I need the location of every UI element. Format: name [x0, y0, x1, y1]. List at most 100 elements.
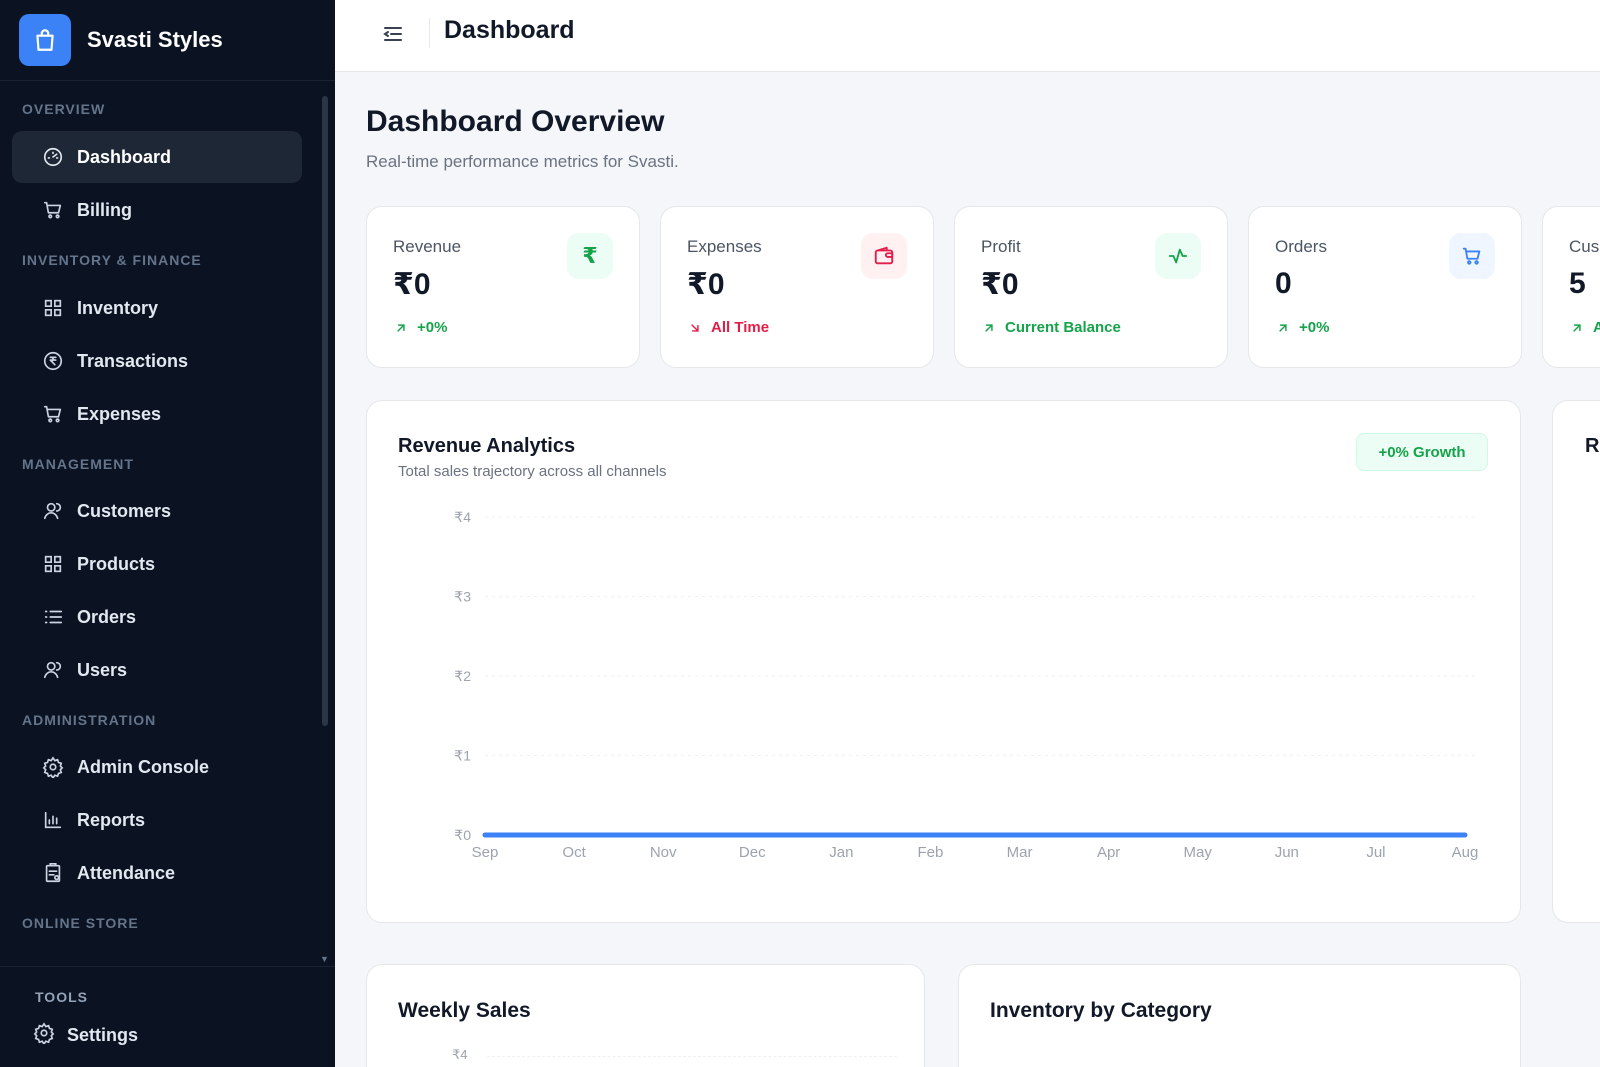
- arrow-up-right-icon: [1275, 320, 1291, 336]
- y-tick-label: ₹3: [454, 589, 471, 605]
- y-tick-label: ₹2: [454, 668, 471, 684]
- sidebar-item-billing[interactable]: Billing: [12, 184, 302, 236]
- cart-icon: [1449, 233, 1495, 279]
- stat-trend-text: +0%: [1299, 319, 1330, 336]
- stat-label: Revenue: [393, 237, 462, 256]
- y-tick-label: ₹1: [454, 748, 471, 764]
- sidebar-scrollbar[interactable]: [322, 96, 328, 726]
- users-icon: [41, 499, 65, 523]
- weekly-sales-tick: ₹4: [452, 1047, 468, 1062]
- brand-name: Svasti Styles: [87, 27, 223, 52]
- menu-collapse-icon[interactable]: [379, 20, 407, 48]
- chart-subtitle: Total sales trajectory across all channe…: [398, 463, 667, 480]
- stat-card-orders[interactable]: Orders 0 +0%: [1248, 206, 1522, 368]
- sidebar-item-label: Products: [77, 553, 156, 574]
- stat-card-customers[interactable]: Cus 5 A: [1542, 206, 1600, 368]
- chart-title: Revenue Analytics: [398, 435, 576, 457]
- stat-trend: +0%: [1275, 319, 1329, 336]
- rupee-circle-icon: [41, 349, 65, 373]
- brand[interactable]: Svasti Styles: [0, 0, 335, 81]
- stat-trend-text: Current Balance: [1005, 319, 1121, 336]
- sidebar-item-label: Dashboard: [77, 146, 172, 167]
- section-title-tools: TOOLS: [35, 989, 88, 1005]
- stat-trend-text: All Time: [711, 319, 770, 336]
- cart-icon: [41, 402, 65, 426]
- x-tick-label: Jun: [1275, 844, 1299, 861]
- weekly-sales-title: Weekly Sales: [398, 999, 531, 1022]
- sidebar-item-attendance[interactable]: Attendance: [12, 847, 302, 899]
- stat-trend: +0%: [393, 319, 447, 336]
- clipboard-icon: [41, 861, 65, 885]
- stat-card-expenses[interactable]: Expenses ₹0 All Time: [660, 206, 934, 368]
- sidebar-item-label: Admin Console: [77, 756, 210, 777]
- section-title-administration: ADMINISTRATION: [22, 712, 157, 728]
- stat-label: Expenses: [687, 237, 762, 256]
- gear-icon: [41, 755, 65, 779]
- x-tick-label: Feb: [918, 844, 944, 861]
- weekly-sales-card: Weekly Sales ₹4: [366, 964, 925, 1067]
- cart-icon: [41, 198, 65, 222]
- users-icon: [41, 658, 65, 682]
- sidebar-item-label: Orders: [77, 606, 137, 627]
- page-subtitle: Real-time performance metrics for Svasti…: [366, 152, 679, 171]
- stat-value: 0: [1275, 267, 1292, 300]
- arrow-up-right-icon: [981, 320, 997, 336]
- x-tick-label: Jul: [1366, 844, 1385, 861]
- right-card-title: Re: [1585, 435, 1600, 457]
- stat-value: 5: [1569, 267, 1586, 300]
- sidebar-item-transactions[interactable]: Transactions: [12, 335, 302, 387]
- stat-value: ₹0: [981, 268, 1019, 301]
- sidebar-item-label: Attendance: [77, 862, 176, 883]
- section-title-inventory-finance: INVENTORY & FINANCE: [22, 252, 202, 268]
- right-panel-card: Re: [1552, 400, 1600, 923]
- sidebar-item-inventory[interactable]: Inventory: [12, 282, 302, 334]
- y-tick-label: ₹0: [454, 827, 471, 843]
- sidebar-item-dashboard[interactable]: Dashboard: [12, 131, 302, 183]
- sidebar-item-expenses[interactable]: Expenses: [12, 388, 302, 440]
- x-tick-label: Jan: [829, 844, 853, 861]
- sidebar-item-orders[interactable]: Orders: [12, 591, 302, 643]
- sidebar-item-label: Expenses: [77, 403, 162, 424]
- wallet-icon: [861, 233, 907, 279]
- inventory-by-category-card: Inventory by Category: [958, 964, 1521, 1067]
- x-tick-label: Nov: [650, 844, 677, 861]
- growth-badge: +0% Growth: [1356, 433, 1488, 471]
- x-tick-label: Apr: [1097, 844, 1120, 861]
- sidebar-item-products[interactable]: Products: [12, 538, 302, 590]
- sidebar-nav: OVERVIEW Dashboard Billing INVENTORY & F…: [0, 81, 322, 966]
- sidebar-item-label: Users: [77, 659, 128, 680]
- stat-card-revenue[interactable]: Revenue ₹0 ₹ +0%: [366, 206, 640, 368]
- stat-card-profit[interactable]: Profit ₹0 Current Balance: [954, 206, 1228, 368]
- sidebar-item-customers[interactable]: Customers: [12, 485, 302, 537]
- sidebar-item-users[interactable]: Users: [12, 644, 302, 696]
- gauge-icon: [41, 145, 65, 169]
- sidebar-item-label: Billing: [77, 199, 132, 220]
- activity-icon: [1155, 233, 1201, 279]
- sidebar-item-admin-console[interactable]: Admin Console: [12, 741, 302, 793]
- stat-trend-text: A: [1593, 319, 1600, 336]
- grid-icon: [41, 296, 65, 320]
- topbar-title: Dashboard: [444, 16, 575, 44]
- stat-value: ₹0: [393, 268, 431, 301]
- gear-icon: [33, 1022, 55, 1049]
- bar-chart-icon: [41, 808, 65, 832]
- stat-label: Orders: [1275, 237, 1327, 256]
- shopping-bag-icon: [19, 14, 71, 66]
- arrow-up-right-icon: [393, 320, 409, 336]
- grid-icon: [41, 552, 65, 576]
- section-title-overview: OVERVIEW: [22, 101, 106, 117]
- arrow-up-right-icon: [1569, 320, 1585, 336]
- x-tick-label: Oct: [562, 844, 586, 861]
- stat-value: ₹0: [687, 268, 725, 301]
- sidebar-item-label: Settings: [67, 1025, 139, 1045]
- weekly-sales-gridline: [487, 1056, 897, 1057]
- inventory-category-title: Inventory by Category: [990, 999, 1212, 1022]
- x-tick-label: Mar: [1007, 844, 1033, 861]
- sidebar-item-reports[interactable]: Reports: [12, 794, 302, 846]
- section-title-management: MANAGEMENT: [22, 456, 134, 472]
- sidebar-item-label: Customers: [77, 500, 172, 521]
- scroll-down-arrow-icon[interactable]: ▼: [320, 954, 329, 964]
- sidebar-tools: TOOLS Settings: [0, 966, 335, 1067]
- topbar-divider: [429, 18, 430, 48]
- sidebar-item-settings[interactable]: Settings: [33, 1022, 138, 1049]
